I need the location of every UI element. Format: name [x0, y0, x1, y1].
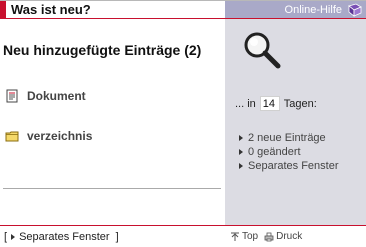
days-prefix: ... in: [235, 97, 256, 110]
days-filter-row: ... in Tagen:: [235, 96, 317, 111]
list-item-document[interactable]: Dokument: [5, 89, 86, 103]
top-link[interactable]: Top: [230, 231, 258, 242]
stat-changed[interactable]: 0 geändert: [239, 145, 339, 159]
printer-icon: [264, 232, 274, 241]
folder-icon: [5, 131, 19, 142]
main-content: Neu hinzugefügte Einträge (2) Dokument v…: [0, 19, 225, 225]
document-icon: [6, 89, 18, 103]
separate-window-label: Separates Fenster: [19, 231, 110, 243]
triangle-bullet-icon: [239, 135, 243, 141]
triangle-bullet-icon: [11, 234, 16, 240]
footer-separate-window-link[interactable]: [ Separates Fenster ]: [4, 231, 119, 243]
stat-label: Separates Fenster: [248, 160, 339, 172]
bracket-close: ]: [115, 231, 119, 243]
list-item-folder[interactable]: verzeichnis: [5, 129, 92, 143]
filter-panel: ... in Tagen: 2 neue Einträge 0 geändert…: [225, 19, 366, 225]
page-title: Was ist neu?: [0, 1, 225, 18]
content-divider: [3, 188, 221, 189]
stat-label: 0 geändert: [248, 146, 301, 158]
print-link[interactable]: Druck: [264, 231, 302, 242]
magnifier-icon: [244, 32, 281, 69]
online-help-label: Online-Hilfe: [284, 3, 342, 16]
triangle-bullet-icon: [239, 163, 243, 169]
online-help-link[interactable]: Online-Hilfe: [225, 1, 366, 18]
stat-separate-window[interactable]: Separates Fenster: [239, 159, 339, 173]
print-label: Druck: [276, 231, 303, 242]
document-label: Dokument: [27, 89, 86, 103]
help-book-icon: [348, 3, 362, 17]
triangle-bullet-icon: [239, 149, 243, 155]
footer-bar: [ Separates Fenster ] Top Druck: [0, 226, 366, 247]
arrow-up-icon: [231, 232, 239, 241]
footer-actions: Top Druck: [230, 231, 308, 242]
folder-label: verzeichnis: [27, 129, 93, 143]
top-label: Top: [242, 231, 259, 242]
stat-new-entries[interactable]: 2 neue Einträge: [239, 131, 339, 145]
header-bar: Was ist neu? Online-Hilfe: [0, 1, 366, 19]
days-suffix: Tagen:: [283, 97, 317, 110]
days-input[interactable]: [259, 96, 280, 111]
bracket-open: [: [4, 231, 8, 243]
stats-list: 2 neue Einträge 0 geändert Separates Fen…: [239, 131, 339, 173]
section-heading: Neu hinzugefügte Einträge (2): [3, 42, 202, 58]
stat-label: 2 neue Einträge: [248, 132, 326, 144]
